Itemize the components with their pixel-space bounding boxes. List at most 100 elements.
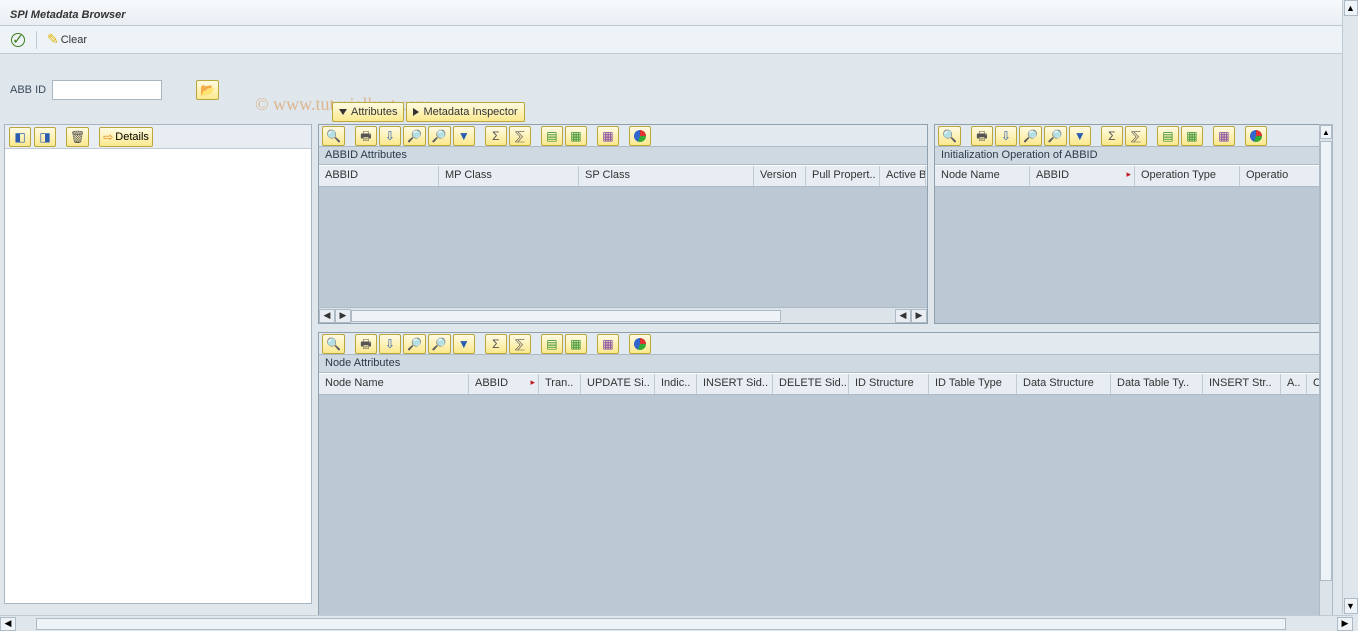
alv2-sum-button[interactable]: Σ (1101, 126, 1123, 146)
alv2-views-button[interactable]: ▦ (1213, 126, 1235, 146)
col-data-table-type[interactable]: Data Table Ty.. (1111, 374, 1203, 394)
tree-body[interactable] (5, 149, 311, 603)
inner-vertical-scrollbar[interactable]: ▲ (1319, 124, 1333, 619)
col-insert-side[interactable]: INSERT Sid.. (697, 374, 773, 394)
vscroll-down-arrow[interactable]: ▼ (1344, 598, 1358, 614)
alv3-print-button[interactable]: 🖶 (355, 334, 377, 354)
alv2-layout-select-button[interactable]: ▦ (1181, 126, 1203, 146)
metadata-inspector-button[interactable]: Metadata Inspector (406, 102, 524, 122)
abbid-attributes-hscroll[interactable]: ◀ ▶ ◀ ▶ (319, 307, 927, 323)
alv1-sum-button[interactable]: Σ (485, 126, 507, 146)
col-data-structure[interactable]: Data Structure (1017, 374, 1111, 394)
alv1-find-next-button[interactable]: 🔎 (428, 126, 451, 146)
hscroll-left-arrow[interactable]: ◀ (319, 309, 335, 323)
arrow-right-icon: ⇨ (103, 131, 113, 143)
delete-node-button[interactable]: 🗑 (66, 127, 89, 147)
alv2-chart-button[interactable] (1245, 126, 1267, 146)
alv1-layout-select-button[interactable]: ▦ (565, 126, 587, 146)
col-update-side[interactable]: UPDATE Si.. (581, 374, 655, 394)
alv3-find-next-button[interactable]: 🔎 (428, 334, 451, 354)
collapse-all-button[interactable]: ◨ (34, 127, 56, 147)
col-abbid[interactable]: ABBID▸ (1030, 166, 1135, 186)
alv3-layout-select-button[interactable]: ▦ (565, 334, 587, 354)
vscroll-track[interactable] (1343, 16, 1358, 598)
sort-marker-icon: ▸ (1126, 169, 1131, 180)
alv1-filter-button[interactable]: ▼ (453, 126, 475, 146)
col-sp-class[interactable]: SP Class (579, 166, 754, 186)
col-node-name[interactable]: Node Name (319, 374, 469, 394)
alv3-filter-button[interactable]: ▼ (453, 334, 475, 354)
hscroll-thumb[interactable] (351, 310, 781, 322)
alv2-detail-button[interactable]: 🔍 (938, 126, 961, 146)
col-id-table-type[interactable]: ID Table Type (929, 374, 1017, 394)
abbid-attributes-body[interactable] (319, 187, 927, 307)
abbid-attributes-header: ABBID MP Class SP Class Version Pull Pro… (319, 165, 927, 187)
alv2-filter-button[interactable]: ▼ (1069, 126, 1091, 146)
col-active[interactable]: Active B (880, 166, 926, 186)
alv3-chart-button[interactable] (629, 334, 651, 354)
alv3-detail-button[interactable]: 🔍 (322, 334, 345, 354)
alv3-export-button[interactable]: ⇩ (379, 334, 401, 354)
alv2-layout-change-button[interactable]: ▤ (1157, 126, 1179, 146)
abbid-input[interactable] (52, 80, 162, 100)
alv1-detail-button[interactable]: 🔍 (322, 126, 345, 146)
vscroll-thumb[interactable] (1320, 141, 1332, 581)
expand-all-button[interactable]: ◧ (9, 127, 31, 147)
col-node-name[interactable]: Node Name (935, 166, 1030, 186)
col-delete-side[interactable]: DELETE Sid.. (773, 374, 849, 394)
details-button[interactable]: ⇨ Details (99, 127, 153, 147)
alv1-chart-button[interactable] (629, 126, 651, 146)
grid-icon: ▦ (1218, 130, 1229, 142)
alv2-subtotal-button[interactable]: ⅀ (1125, 126, 1147, 146)
abbid-label: ABB ID (10, 84, 46, 96)
attributes-dropdown-label: Attributes (351, 106, 397, 118)
hscroll-right-arrow[interactable]: ▶ (911, 309, 927, 323)
hscroll-track[interactable] (351, 309, 895, 323)
alv3-layout-change-button[interactable]: ▤ (541, 334, 563, 354)
alv3-subtotal-button[interactable]: ⅀ (509, 334, 531, 354)
alv2-find-button[interactable]: 🔎 (1019, 126, 1042, 146)
hscroll-right-step[interactable]: ◀ (895, 309, 911, 323)
alv2-export-button[interactable]: ⇩ (995, 126, 1017, 146)
alv3-views-button[interactable]: ▦ (597, 334, 619, 354)
col-tran[interactable]: Tran.. (539, 374, 581, 394)
export-icon: ⇩ (385, 130, 395, 142)
alv1-layout-change-button[interactable]: ▤ (541, 126, 563, 146)
attributes-dropdown-button[interactable]: Attributes (332, 102, 404, 122)
col-pull-property[interactable]: Pull Propert.. (806, 166, 880, 186)
col-operation-type[interactable]: Operation Type (1135, 166, 1240, 186)
col-version[interactable]: Version (754, 166, 806, 186)
col-id-structure[interactable]: ID Structure (849, 374, 929, 394)
col-abbid[interactable]: ABBID (319, 166, 439, 186)
execute-button[interactable]: ✓ (8, 30, 28, 50)
hscroll-track[interactable] (16, 617, 1337, 631)
col-a[interactable]: A.. (1281, 374, 1307, 394)
outer-horizontal-scrollbar[interactable]: ◀ ▶ (0, 615, 1353, 631)
col-mp-class[interactable]: MP Class (439, 166, 579, 186)
alv1-print-button[interactable]: 🖶 (355, 126, 377, 146)
alv1-views-button[interactable]: ▦ (597, 126, 619, 146)
abbid-search-help-button[interactable]: 📂 (196, 80, 219, 100)
node-attributes-body[interactable] (319, 395, 1328, 619)
hscroll-thumb[interactable] (36, 618, 1286, 630)
vscroll-up-arrow[interactable]: ▲ (1344, 0, 1358, 16)
alv1-find-button[interactable]: 🔎 (403, 126, 426, 146)
col-abbid[interactable]: ABBID▸ (469, 374, 539, 394)
alv2-find-next-button[interactable]: 🔎 (1044, 126, 1067, 146)
hscroll-left-arrow[interactable]: ◀ (0, 617, 16, 631)
col-operation[interactable]: Operatio (1240, 166, 1326, 186)
clear-button[interactable]: ✎ Clear (45, 30, 89, 50)
col-insert-str[interactable]: INSERT Str.. (1203, 374, 1281, 394)
alv1-subtotal-button[interactable]: ⅀ (509, 126, 531, 146)
outer-vertical-scrollbar[interactable]: ▲ ▼ (1342, 0, 1358, 614)
find-icon: 🔎 (407, 338, 422, 350)
init-operation-body[interactable] (935, 187, 1328, 323)
alv3-sum-button[interactable]: Σ (485, 334, 507, 354)
hscroll-right-arrow[interactable]: ▶ (1337, 617, 1353, 631)
alv3-find-button[interactable]: 🔎 (403, 334, 426, 354)
vscroll-up-arrow[interactable]: ▲ (1320, 125, 1332, 139)
alv2-print-button[interactable]: 🖶 (971, 126, 993, 146)
hscroll-left-step[interactable]: ▶ (335, 309, 351, 323)
col-indic[interactable]: Indic.. (655, 374, 697, 394)
alv1-export-button[interactable]: ⇩ (379, 126, 401, 146)
